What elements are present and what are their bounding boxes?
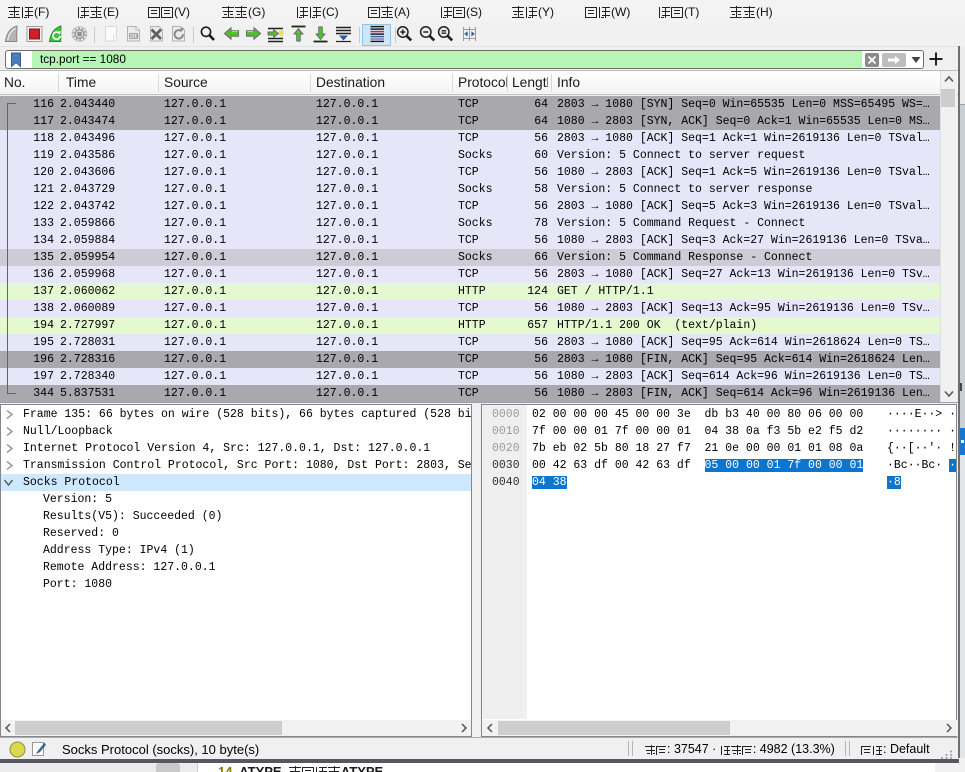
svg-text:010: 010: [130, 34, 139, 40]
